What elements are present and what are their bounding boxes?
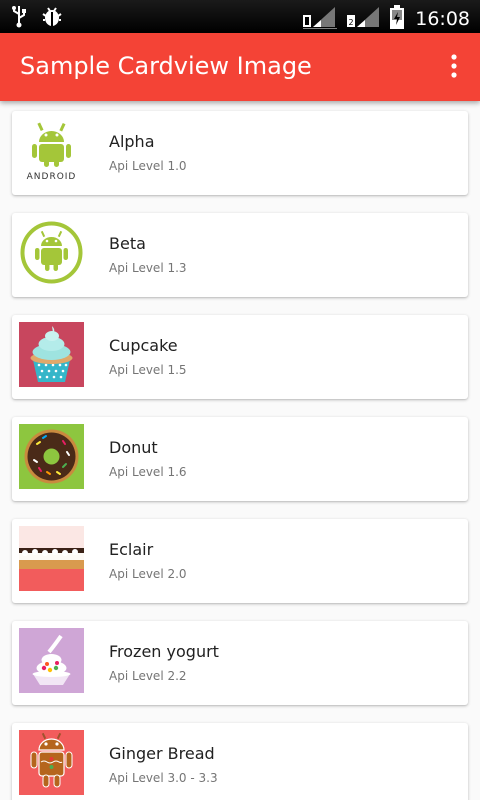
more-vert-icon [451,54,457,78]
app-bar: Sample Cardview Image [0,33,480,101]
android-robot-circle-icon [19,220,84,285]
card-title: Ginger Bread [109,744,215,763]
card-subtitle: Api Level 1.0 [109,159,187,173]
sim2-signal-icon: 2 [345,5,383,33]
card-subtitle: Api Level 1.5 [109,363,187,377]
card-item[interactable]: Beta Api Level 1.3 [12,213,468,297]
frozen-yogurt-image [19,628,84,693]
card-item[interactable]: Eclair Api Level 2.0 [12,519,468,603]
app-title: Sample Cardview Image [20,52,312,80]
android-logo-icon: ANDROID [19,118,84,183]
status-bar: 2 16:08 [0,0,480,33]
overflow-menu-button[interactable] [442,53,466,81]
card-subtitle: Api Level 1.6 [109,465,187,479]
card-list[interactable]: ANDROID Alpha Api Level 1.0 Beta Api Lev… [0,101,480,800]
card-title: Eclair [109,540,154,559]
donut-image [19,424,84,489]
card-subtitle: Api Level 2.2 [109,669,187,683]
card-item[interactable]: ANDROID Alpha Api Level 1.0 [12,111,468,195]
svg-text:ANDROID: ANDROID [27,172,77,182]
card-item[interactable]: Frozen yogurt Api Level 2.2 [12,621,468,705]
card-item[interactable]: Ginger Bread Api Level 3.0 - 3.3 [12,723,468,800]
eclair-image [19,526,84,591]
card-item[interactable]: Cupcake Api Level 1.5 [12,315,468,399]
card-title: Frozen yogurt [109,642,219,661]
card-title: Beta [109,234,146,253]
clock: 16:08 [415,8,470,30]
gingerbread-image [19,730,84,795]
card-title: Cupcake [109,336,178,355]
card-title: Donut [109,438,158,457]
card-title: Alpha [109,132,155,151]
usb-icon [10,4,28,32]
card-item[interactable]: Donut Api Level 1.6 [12,417,468,501]
card-subtitle: Api Level 3.0 - 3.3 [109,771,218,785]
battery-charging-icon [389,4,405,34]
cupcake-image [19,322,84,387]
sim1-signal-icon [301,5,339,33]
debug-bug-icon [40,4,64,32]
card-subtitle: Api Level 2.0 [109,567,187,581]
card-subtitle: Api Level 1.3 [109,261,187,275]
svg-text:2: 2 [349,18,354,27]
